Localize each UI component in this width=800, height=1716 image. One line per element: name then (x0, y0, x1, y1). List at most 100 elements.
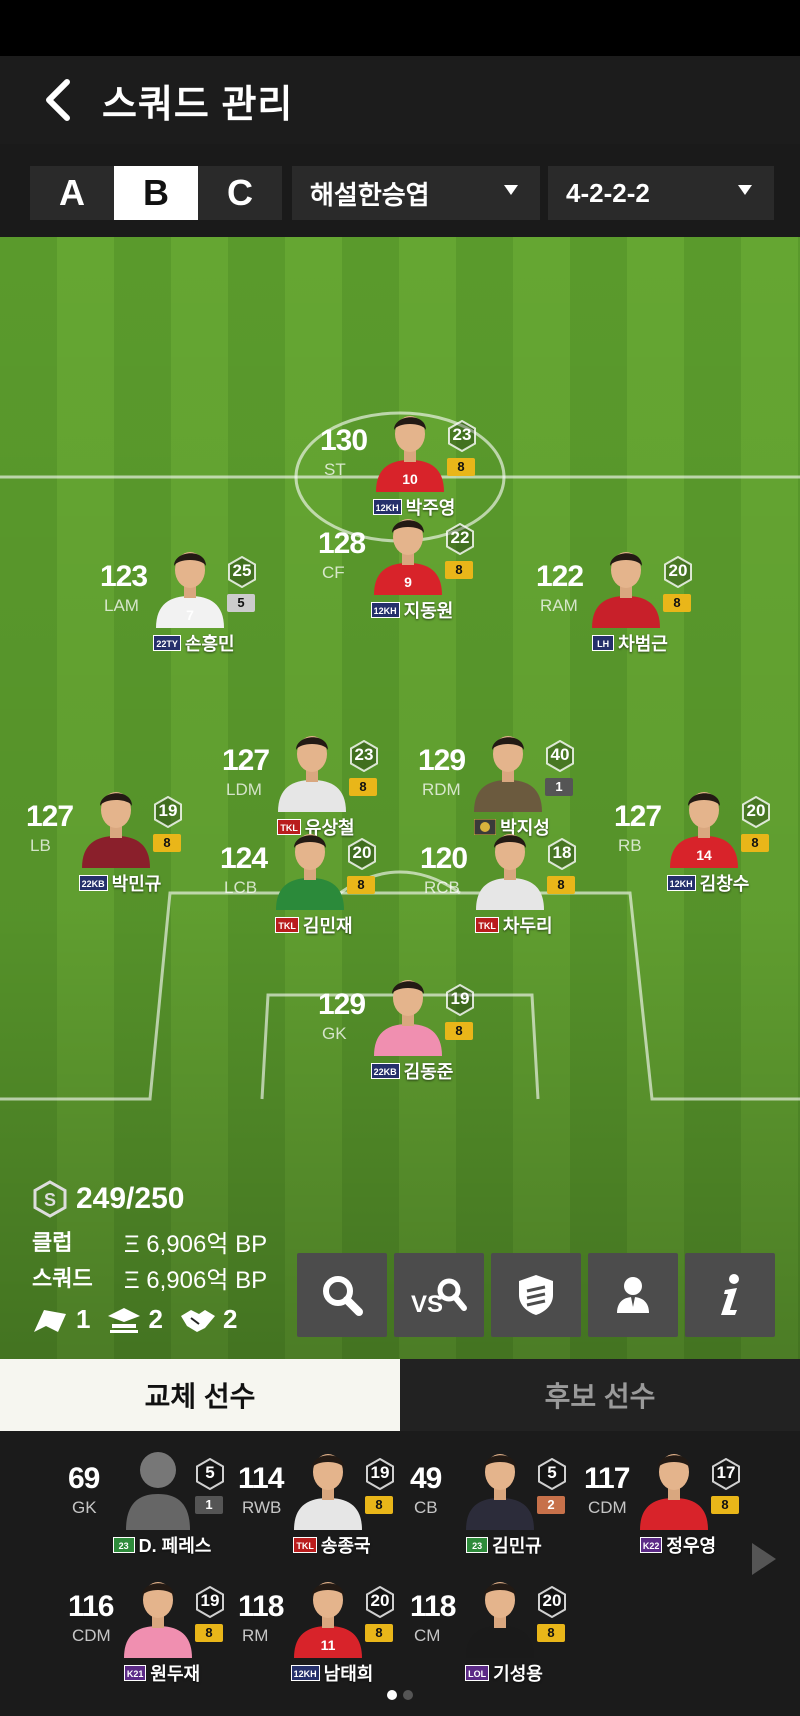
player-ovr: 124 (220, 842, 268, 875)
svg-text:10: 10 (402, 471, 418, 487)
season-badge: K22 (639, 1537, 663, 1553)
info-button[interactable] (685, 1253, 775, 1337)
svg-text:S: S (44, 1190, 56, 1210)
player-ovr: 118 (410, 1590, 456, 1623)
season-badge: K21 (123, 1665, 147, 1681)
player-level: 8 (663, 594, 691, 612)
player-card-lcb[interactable]: 124 LCB 20 8 TKL 김민재 (220, 820, 390, 960)
player-name: 기성용 (493, 1664, 543, 1684)
player-photo (294, 1454, 362, 1530)
player-name-row: TKL 김민재 (244, 912, 384, 938)
player-level: 5 (227, 594, 255, 612)
tool-buttons: VS (297, 1253, 782, 1337)
formation-dropdown[interactable]: 4-2-2-2 (548, 166, 774, 220)
player-level: 8 (445, 561, 473, 579)
player-name-row: 22TY 손흥민 (124, 630, 264, 656)
player-level: 8 (365, 1496, 393, 1514)
chevron-left-icon (46, 79, 70, 121)
team-icon (108, 1307, 141, 1333)
player-name: 김민재 (302, 916, 353, 936)
player-photo: 10 (376, 416, 444, 492)
squad-stats: S 249/250 클럽 Ξ 6,906억 BP 스쿼드 Ξ 6,906억 BP… (32, 1180, 267, 1335)
club-value: Ξ 6,906억 BP (124, 1230, 268, 1258)
manager-dropdown[interactable]: 해설한승엽 (292, 166, 540, 220)
next-page-arrow[interactable] (752, 1543, 776, 1575)
search-button[interactable] (297, 1253, 387, 1337)
player-grade: 19 (450, 989, 470, 1008)
player-ovr: 127 (614, 800, 662, 833)
tab-substitutes[interactable]: 교체 선수 (0, 1359, 400, 1431)
player-card-gk[interactable]: 129 GK 19 8 22KB 김동준 (318, 966, 488, 1106)
bench-player-card[interactable]: 117 CDM 17 8 K22 정우영 (584, 1440, 754, 1580)
player-position: LDM (226, 780, 262, 799)
season-badge: 22TY (153, 635, 181, 651)
squad-value: Ξ 6,906억 BP (124, 1266, 268, 1294)
player-card-rb[interactable]: 127 RB 14 20 8 12KH 김창수 (614, 778, 784, 918)
salary-row: S 249/250 (32, 1180, 267, 1218)
bench-player-card[interactable]: 118 RM 11 20 8 12KH 남태희 (238, 1568, 408, 1708)
player-grade: 19 (200, 1591, 220, 1610)
player-position: RCB (424, 878, 460, 897)
player-card-ram[interactable]: 122 RAM 20 8 LH 차범근 (536, 538, 706, 678)
squad-tab-c[interactable]: C (198, 166, 282, 220)
player-card-cf[interactable]: 128 CF 9 22 8 12KH 지동원 (318, 505, 488, 645)
player-level: 1 (545, 778, 573, 796)
player-position: CB (414, 1498, 438, 1517)
season-badge: 12KH (290, 1665, 320, 1681)
player-grade: 20 (746, 801, 766, 820)
back-button[interactable] (28, 70, 88, 130)
chem-handshake-count: 2 (222, 1304, 238, 1334)
player-position: RWB (242, 1498, 282, 1517)
player-name: 김동준 (403, 1062, 454, 1082)
season-badge: 22KB (370, 1063, 400, 1079)
player-position: CF (322, 563, 345, 582)
player-level: 1 (195, 1496, 223, 1514)
season-badge: 22KB (78, 875, 108, 891)
squad-value-label: 스쿼드 (32, 1266, 93, 1291)
compare-search-button[interactable]: VS (394, 1253, 484, 1337)
player-ovr: 122 (536, 560, 584, 593)
tab-reserves[interactable]: 후보 선수 (400, 1359, 800, 1431)
player-name: 김창수 (699, 874, 750, 894)
player-card-lb[interactable]: 127 LB 19 8 22KB 박민규 (26, 778, 196, 918)
player-name: 차범근 (618, 634, 668, 654)
player-ovr: 118 (238, 1590, 284, 1623)
player-grade: 23 (452, 425, 472, 444)
bench-player-card[interactable]: 49 CB 5 2 23 김민규 (410, 1440, 580, 1580)
player-photo (374, 980, 442, 1056)
player-photo: 14 (670, 792, 738, 868)
svg-text:11: 11 (321, 1637, 336, 1653)
bench-player-card[interactable]: 118 CM 20 8 LOL 기성용 (410, 1568, 580, 1708)
tactics-button[interactable] (491, 1253, 581, 1337)
player-position: LCB (224, 878, 258, 897)
player-ovr: 116 (68, 1590, 114, 1623)
player-name: 남태희 (323, 1664, 374, 1684)
player-grade: 5 (547, 1463, 557, 1482)
bench-player-card[interactable]: 114 RWB 19 8 TKL 송종국 (238, 1440, 408, 1580)
player-name-row: 23 D. 페레스 (92, 1532, 232, 1558)
squad-tab-a[interactable]: A (30, 166, 114, 220)
player-name: 정우영 (666, 1536, 717, 1556)
squad-tab-b[interactable]: B (114, 166, 198, 220)
bench-player-card[interactable]: 116 CDM 19 8 K21 원두재 (68, 1568, 238, 1708)
player-level: 8 (741, 834, 769, 852)
player-ovr: 120 (420, 842, 468, 875)
player-name: 지동원 (403, 601, 454, 621)
season-badge: TKL (293, 1537, 317, 1553)
player-card-rcb[interactable]: 120 RCB 18 8 TKL 차두리 (420, 820, 590, 960)
player-ovr: 127 (26, 800, 74, 833)
page-dot-active (387, 1690, 397, 1700)
player-position: RAM (540, 596, 578, 615)
player-photo (124, 1582, 192, 1658)
player-name-row: K21 원두재 (92, 1660, 232, 1686)
info-icon (721, 1274, 739, 1315)
bench-player-card[interactable]: 69 GK 5 1 23 D. 페레스 (68, 1440, 238, 1580)
squad-value-row: 스쿼드 Ξ 6,906억 BP (32, 1264, 267, 1294)
page-title: 스쿼드 관리 (102, 83, 294, 126)
player-card-lam[interactable]: 123 LAM 7 25 5 22TY 손흥민 (100, 538, 270, 678)
player-name-row: LOL 기성용 (434, 1660, 574, 1686)
coach-button[interactable] (588, 1253, 678, 1337)
player-name: 박민규 (111, 874, 162, 894)
player-ovr: 49 (410, 1462, 442, 1495)
player-name: 손흥민 (184, 634, 235, 654)
